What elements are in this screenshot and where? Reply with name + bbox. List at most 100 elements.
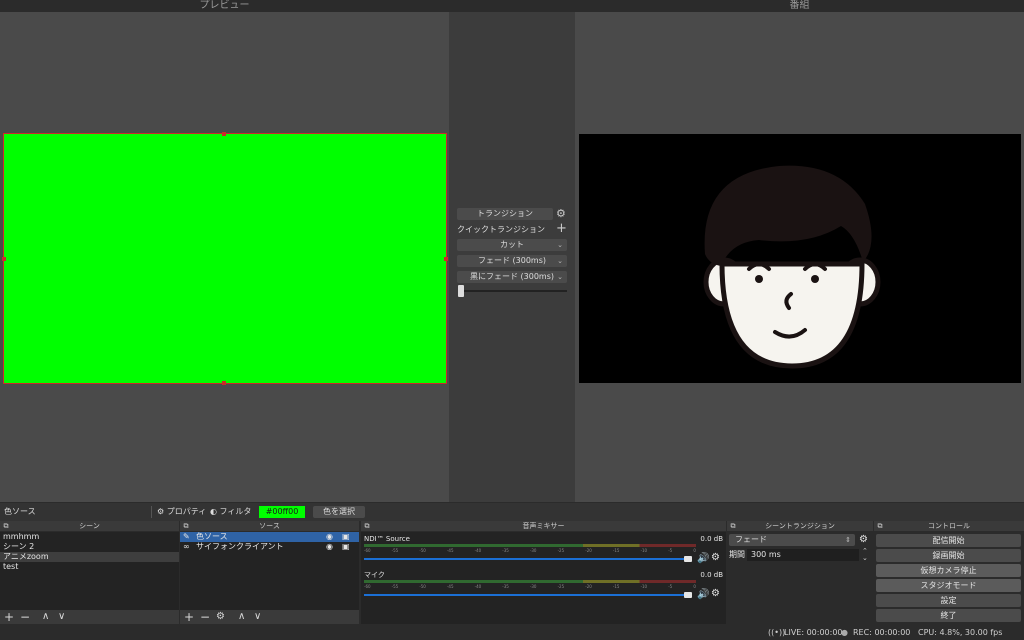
filters-label: フィルタ <box>219 507 252 516</box>
source-handle[interactable] <box>444 257 448 261</box>
tick-label: 0 <box>693 548 696 553</box>
dock-float-icon[interactable]: ⧉ <box>2 522 10 530</box>
tick-label: -15 <box>612 584 620 589</box>
settings-button[interactable]: 設定 <box>876 594 1021 607</box>
option-label: 黒にフェード (300ms) <box>469 272 554 281</box>
plus-icon[interactable]: + <box>556 221 567 236</box>
tbar-slider-track[interactable] <box>459 290 567 292</box>
gear-icon[interactable]: ⚙ <box>216 610 225 624</box>
plus-icon[interactable]: + <box>4 610 14 624</box>
source-handle[interactable] <box>222 381 226 385</box>
dock-float-icon[interactable]: ⧉ <box>729 522 737 530</box>
pick-color-button[interactable]: 色を選択 <box>313 506 365 518</box>
tick-label: -50 <box>419 548 426 553</box>
color-source-canvas[interactable] <box>2 132 448 385</box>
gear-icon[interactable]: ⚙ <box>711 588 720 599</box>
eye-icon[interactable]: ◉ <box>326 532 333 542</box>
lock-icon[interactable]: ▣ <box>342 542 350 552</box>
transition-option-fade[interactable]: フェード (300ms) ⌄ <box>457 255 567 267</box>
exit-button[interactable]: 終了 <box>876 609 1021 622</box>
volume-slider[interactable] <box>364 558 690 560</box>
move-down-icon[interactable]: ∨ <box>254 610 261 624</box>
rec-timer: REC: 00:00:00 <box>853 628 911 637</box>
properties-button[interactable]: ⚙ プロパティ <box>157 506 206 518</box>
transition-button[interactable]: トランジション <box>457 208 553 220</box>
scenes-dock-title: ⧉ シーン <box>0 521 179 531</box>
tick-label: -25 <box>557 584 565 589</box>
volume-slider[interactable] <box>364 594 690 596</box>
tick-label: -10 <box>640 584 648 589</box>
duration-field[interactable]: 300 ms <box>747 549 859 561</box>
sources-list[interactable]: ✎ 色ソース ◉ ▣ ∞ サイフォンクライアント ◉ ▣ <box>180 532 359 610</box>
list-item[interactable]: シーン 2 <box>0 542 179 552</box>
transition-option-cut[interactable]: カット ⌄ <box>457 239 567 251</box>
chevron-down-icon: ⌄ <box>557 241 563 249</box>
sources-toolbar: + − ⚙ ∧ ∨ <box>180 610 359 624</box>
channel-db: 0.0 dB <box>700 535 723 543</box>
transition-option-fade-black[interactable]: 黒にフェード (300ms) ⌄ <box>457 271 567 283</box>
scenes-list[interactable]: mmhmm シーン 2 アニメzoom test <box>0 532 179 610</box>
tick-label: -30 <box>529 548 537 553</box>
filters-button[interactable]: ◐ フィルタ <box>210 506 251 518</box>
plus-icon[interactable]: + <box>184 610 194 624</box>
tick-label: -30 <box>529 584 537 589</box>
list-item[interactable]: ∞ サイフォンクライアント ◉ ▣ <box>180 542 359 552</box>
start-streaming-button[interactable]: 配信開始 <box>876 534 1021 547</box>
stepper-icon[interactable]: ⌃ ⌄ <box>862 548 868 562</box>
dock-title-label: 音声ミキサー <box>522 522 565 530</box>
move-down-icon[interactable]: ∨ <box>58 610 65 624</box>
source-handle[interactable] <box>2 257 6 261</box>
gear-icon[interactable]: ⚙ <box>556 207 566 220</box>
minus-icon[interactable]: − <box>20 610 30 624</box>
controls-dock-title: ⧉ コントロール <box>874 521 1024 531</box>
color-swatch-value: #00ff00 <box>259 506 305 518</box>
tick-label: -45 <box>446 548 454 553</box>
gear-icon: ⚙ <box>157 507 165 516</box>
list-item[interactable]: mmhmm <box>0 532 179 542</box>
list-item[interactable]: アニメzoom <box>0 552 179 562</box>
studio-mode-button[interactable]: スタジオモード <box>876 579 1021 592</box>
gear-icon[interactable]: ⚙ <box>859 534 868 545</box>
stop-virtual-camera-button[interactable]: 仮想カメラ停止 <box>876 564 1021 577</box>
meter-ticks: -60 -55 -50 -45 -40 -35 -30 -25 -20 -15 -10 -5 0 <box>364 584 696 590</box>
source-handle[interactable] <box>222 132 226 136</box>
volume-slider-handle[interactable] <box>684 592 692 598</box>
tbar-slider-handle[interactable] <box>458 285 464 297</box>
dock-title-label: ソース <box>259 522 280 530</box>
volume-slider-handle[interactable] <box>684 556 692 562</box>
brush-icon: ✎ <box>183 532 190 541</box>
channel-db: 0.0 dB <box>700 571 723 579</box>
tick-label: 0 <box>693 584 696 589</box>
eye-icon[interactable]: ◉ <box>326 542 333 552</box>
live-timer: LIVE: 00:00:00 <box>784 628 843 637</box>
list-item[interactable]: ✎ 色ソース ◉ ▣ <box>180 532 359 542</box>
dock-float-icon[interactable]: ⧉ <box>182 522 190 530</box>
scene-label: アニメzoom <box>3 552 49 561</box>
preview-pane[interactable] <box>0 12 449 502</box>
lock-icon[interactable]: ▣ <box>342 532 350 542</box>
minus-icon[interactable]: − <box>200 610 210 624</box>
move-up-icon[interactable]: ∧ <box>42 610 49 624</box>
chevron-down-icon: ⌄ <box>557 273 563 281</box>
transition-panel: トランジション ⚙ クイックトランジション + カット ⌄ フェード (300ms… <box>449 12 575 502</box>
move-up-icon[interactable]: ∧ <box>238 610 245 624</box>
record-dot-icon: ● <box>841 628 848 637</box>
speaker-icon[interactable]: 🔊 <box>697 589 709 600</box>
channel-name: NDI™ Source <box>364 535 410 543</box>
dock-float-icon[interactable]: ⧉ <box>363 522 371 530</box>
list-item[interactable]: test <box>0 562 179 572</box>
toolbar-divider <box>151 506 152 518</box>
cpu-fps: CPU: 4.8%, 30.00 fps <box>918 628 1003 637</box>
gear-icon[interactable]: ⚙ <box>711 552 720 563</box>
speaker-icon[interactable]: 🔊 <box>697 553 709 564</box>
chevron-down-icon: ⌄ <box>557 257 563 265</box>
transition-select[interactable]: フェード ⇕ <box>729 534 855 546</box>
start-recording-button[interactable]: 録画開始 <box>876 549 1021 562</box>
dock-float-icon[interactable]: ⧉ <box>876 522 884 530</box>
scene-label: test <box>3 562 19 571</box>
tick-label: -35 <box>502 548 509 553</box>
tick-label: -50 <box>419 584 426 589</box>
scene-transitions-dock-title: ⧉ シーントランジション <box>727 521 873 531</box>
preview-title: プレビュー <box>199 0 250 11</box>
tick-label: -40 <box>474 584 482 589</box>
